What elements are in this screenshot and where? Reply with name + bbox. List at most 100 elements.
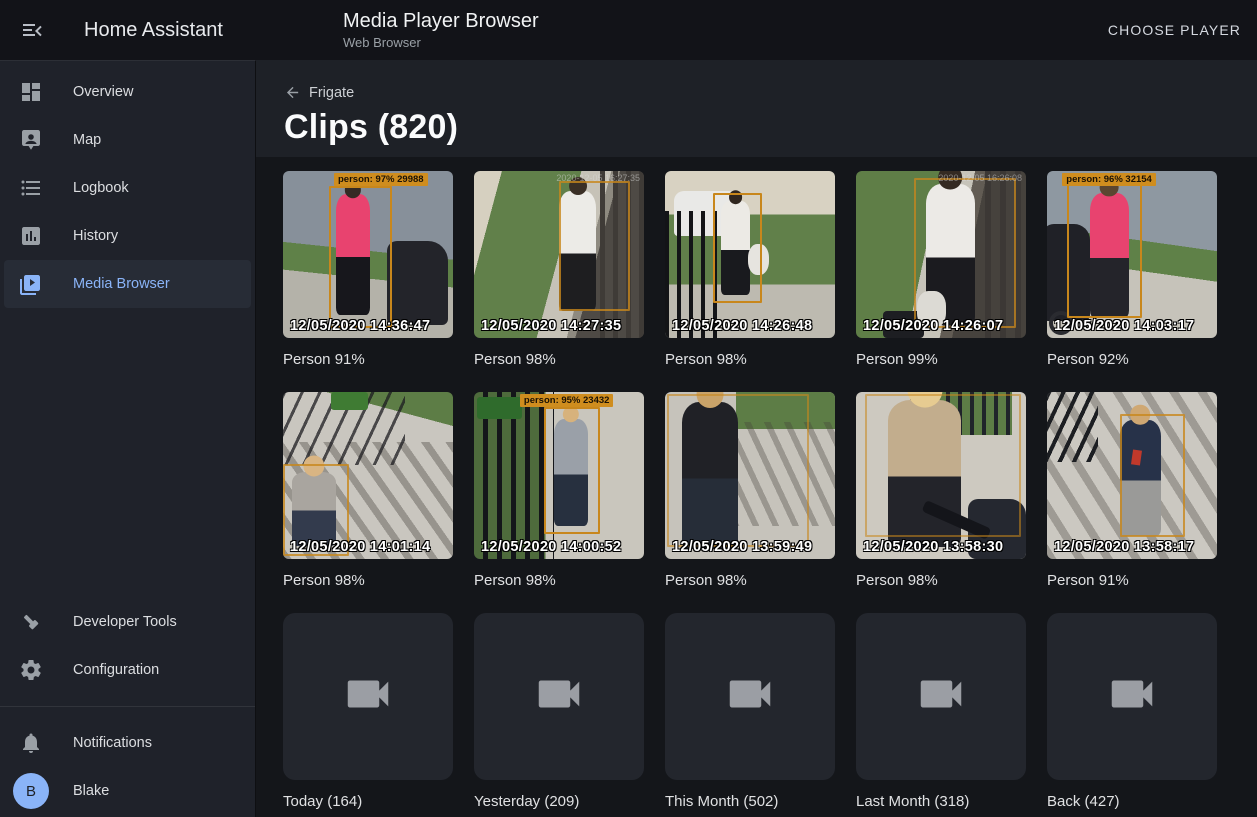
folder-label: Today (164) — [283, 792, 453, 811]
detection-bbox — [1067, 183, 1142, 318]
video-icon — [341, 667, 395, 726]
clip-item[interactable]: person: 95% 23432 12/05/2020 14:00:52 Pe… — [474, 392, 644, 590]
clip-caption: Person 98% — [665, 350, 835, 369]
clip-item[interactable]: person: 97% 29988 12/05/2020 14:36:47 Pe… — [283, 171, 453, 369]
choose-player-button[interactable]: CHOOSE PLAYER — [1108, 14, 1241, 46]
clip-caption: Person 91% — [283, 350, 453, 369]
clip-thumbnail: 12/05/2020 13:59:49 — [665, 392, 835, 559]
folder-thumbnail — [665, 613, 835, 780]
clip-item[interactable]: 12/05/2020 13:58:30 Person 98% — [856, 392, 1026, 590]
clip-caption: Person 98% — [474, 571, 644, 590]
arrow-left-icon — [284, 84, 301, 101]
play-box-multiple-icon — [19, 272, 43, 296]
sidebar-item-configuration[interactable]: Configuration — [4, 646, 251, 694]
chart-box-icon — [19, 224, 43, 248]
sidebar-item-logbook[interactable]: Logbook — [4, 164, 251, 212]
panel-title: Media Player Browser — [343, 9, 539, 33]
folder-item-back[interactable]: Back (427) — [1047, 613, 1217, 811]
clip-timestamp: 12/05/2020 14:00:52 — [481, 539, 621, 555]
gear-icon — [19, 658, 43, 682]
sidebar-item-label: Notifications — [73, 735, 152, 751]
detection-bbox — [329, 186, 392, 328]
sidebar-item-label: Configuration — [73, 662, 159, 678]
folder-label: Yesterday (209) — [474, 792, 644, 811]
avatar: B — [13, 773, 49, 809]
clip-timestamp: 12/05/2020 13:59:49 — [672, 539, 812, 555]
detection-bbox — [559, 181, 630, 311]
detection-bbox — [544, 407, 600, 534]
folder-thumbnail — [1047, 613, 1217, 780]
clip-caption: Person 98% — [665, 571, 835, 590]
folder-item-today[interactable]: Today (164) — [283, 613, 453, 811]
view-dashboard-icon — [19, 80, 43, 104]
detection-bbox — [865, 394, 1021, 538]
camera-overlay-text: 2020-12-05 16:27:35 — [556, 173, 640, 183]
clip-item[interactable]: 12/05/2020 14:01:14 Person 98% — [283, 392, 453, 590]
page-title: Clips (820) — [284, 108, 1257, 147]
detection-bbox — [667, 394, 810, 548]
clip-caption: Person 99% — [856, 350, 1026, 369]
folder-label: This Month (502) — [665, 792, 835, 811]
list-bulleted-icon — [19, 176, 43, 200]
sidebar-divider — [0, 706, 255, 707]
toy-shape — [331, 392, 368, 410]
clip-thumbnail: 12/05/2020 13:58:17 — [1047, 392, 1217, 559]
folder-item-this-month[interactable]: This Month (502) — [665, 613, 835, 811]
detection-bbox — [1120, 414, 1185, 538]
clip-caption: Person 98% — [283, 571, 453, 590]
clip-timestamp: 12/05/2020 14:26:07 — [863, 318, 1003, 334]
breadcrumb[interactable]: Frigate — [284, 60, 354, 101]
clip-item[interactable]: 12/05/2020 13:59:49 Person 98% — [665, 392, 835, 590]
detection-label: person: 96% 32154 — [1062, 173, 1156, 186]
sidebar-item-overview[interactable]: Overview — [4, 68, 251, 116]
clip-thumbnail: 2020-12-05 16:27:35 12/05/2020 14:27:35 — [474, 171, 644, 338]
sidebar-item-map[interactable]: Map — [4, 116, 251, 164]
folder-item-yesterday[interactable]: Yesterday (209) — [474, 613, 644, 811]
sidebar-item-label: Developer Tools — [73, 614, 177, 630]
panel-title-block: Media Player Browser Web Browser — [343, 9, 539, 50]
folder-item-last-month[interactable]: Last Month (318) — [856, 613, 1026, 811]
clip-thumbnail: 2020-12-05 16:26:08 12/05/2020 14:26:07 — [856, 171, 1026, 338]
clip-timestamp: 12/05/2020 14:01:14 — [290, 539, 430, 555]
clip-thumbnail: 12/05/2020 14:01:14 — [283, 392, 453, 559]
menu-open-icon[interactable] — [12, 10, 52, 50]
clip-caption: Person 92% — [1047, 350, 1217, 369]
clip-timestamp: 12/05/2020 14:36:47 — [290, 318, 430, 334]
detection-label: person: 97% 29988 — [334, 173, 428, 186]
clip-item[interactable]: 12/05/2020 13:58:17 Person 91% — [1047, 392, 1217, 590]
clip-item[interactable]: 2020-12-05 16:27:35 12/05/2020 14:27:35 … — [474, 171, 644, 369]
clip-timestamp: 12/05/2020 14:03:17 — [1054, 318, 1194, 334]
hammer-icon — [19, 610, 43, 634]
sidebar-item-profile[interactable]: B Blake — [4, 767, 251, 815]
map-account-icon — [19, 128, 43, 152]
detection-label: person: 95% 23432 — [520, 394, 614, 407]
video-icon — [723, 667, 777, 726]
sidebar-item-developer-tools[interactable]: Developer Tools — [4, 598, 251, 646]
media-grid: person: 97% 29988 12/05/2020 14:36:47 Pe… — [256, 157, 1257, 811]
sidebar-item-notifications[interactable]: Notifications — [4, 719, 251, 767]
clip-item[interactable]: 2020-12-05 16:26:08 12/05/2020 14:26:07 … — [856, 171, 1026, 369]
clip-item[interactable]: person: 96% 32154 12/05/2020 14:03:17 Pe… — [1047, 171, 1217, 369]
breadcrumb-label: Frigate — [309, 85, 354, 101]
video-icon — [1105, 667, 1159, 726]
app-header: Home Assistant Media Player Browser Web … — [0, 0, 1257, 60]
clip-item[interactable]: 12/05/2020 14:26:48 Person 98% — [665, 171, 835, 369]
video-icon — [914, 667, 968, 726]
panel-subtitle: Web Browser — [343, 35, 539, 50]
clip-caption: Person 98% — [474, 350, 644, 369]
sidebar-item-media-browser[interactable]: Media Browser — [4, 260, 251, 308]
folder-thumbnail — [856, 613, 1026, 780]
sidebar-item-label: Media Browser — [73, 276, 170, 292]
sidebar-item-label: Overview — [73, 84, 133, 100]
folder-thumbnail — [474, 613, 644, 780]
clip-timestamp: 12/05/2020 13:58:30 — [863, 539, 1003, 555]
clip-thumbnail: person: 95% 23432 12/05/2020 14:00:52 — [474, 392, 644, 559]
clip-caption: Person 98% — [856, 571, 1026, 590]
fence-shape — [1047, 392, 1098, 462]
clip-caption: Person 91% — [1047, 571, 1217, 590]
sidebar: Overview Map Logbook History Media Brows… — [0, 60, 256, 817]
media-browser-panel: Frigate Clips (820) person: 97% 29988 12… — [256, 60, 1257, 817]
clip-thumbnail: 12/05/2020 13:58:30 — [856, 392, 1026, 559]
folder-thumbnail — [283, 613, 453, 780]
sidebar-item-history[interactable]: History — [4, 212, 251, 260]
